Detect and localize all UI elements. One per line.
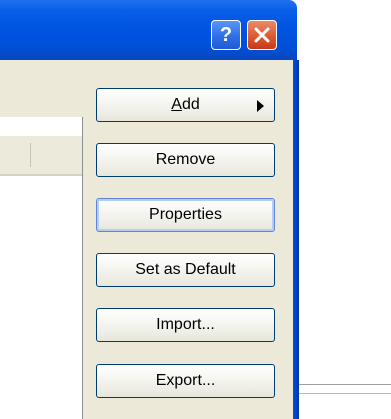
close-button[interactable] xyxy=(247,20,277,50)
properties-button[interactable]: Properties xyxy=(96,198,275,232)
set-as-default-button-label: Set as Default xyxy=(135,261,236,278)
close-icon xyxy=(254,27,270,43)
add-button[interactable]: Add xyxy=(96,88,275,122)
properties-button-label: Properties xyxy=(149,206,222,223)
title-bar: ? xyxy=(0,0,297,60)
column-divider[interactable] xyxy=(30,143,31,167)
help-icon: ? xyxy=(219,24,233,46)
set-as-default-button[interactable]: Set as Default xyxy=(96,253,275,287)
background-window-line xyxy=(299,393,391,394)
window-border xyxy=(293,60,299,419)
background-window-line xyxy=(299,384,391,385)
help-button[interactable]: ? xyxy=(211,20,241,50)
triangle-right-icon xyxy=(257,100,264,112)
export-button[interactable]: Export... xyxy=(96,364,275,398)
export-button-label: Export... xyxy=(155,372,216,389)
list-column-header[interactable] xyxy=(0,136,82,176)
import-button[interactable]: Import... xyxy=(96,308,275,342)
add-button-label: Add xyxy=(171,96,200,113)
remove-button[interactable]: Remove xyxy=(96,143,275,177)
remove-button-label: Remove xyxy=(155,151,216,168)
import-button-label: Import... xyxy=(156,316,215,333)
